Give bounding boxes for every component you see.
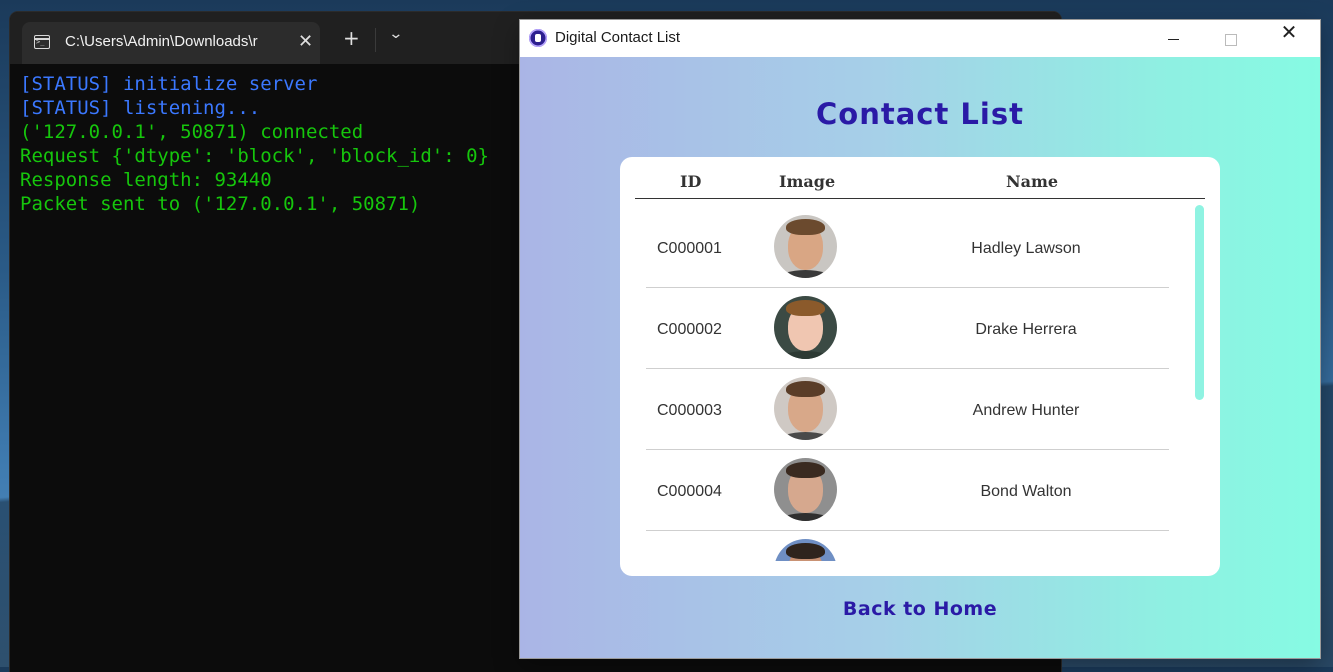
contact-book-icon [529, 29, 547, 47]
avatar [774, 296, 837, 359]
contact-id: C000004 [657, 483, 722, 500]
minimize-button[interactable] [1144, 20, 1202, 57]
window-title: Digital Contact List [555, 29, 681, 46]
avatar [774, 377, 837, 440]
contact-id: C000001 [657, 240, 722, 257]
avatar [774, 539, 837, 561]
scrollbar-thumb[interactable] [1195, 205, 1204, 400]
table-row[interactable]: C000002 Drake Herrera [646, 288, 1169, 369]
table-row[interactable]: C000001 Hadley Lawson [646, 207, 1169, 288]
close-icon[interactable]: ✕ [298, 31, 313, 52]
terminal-icon [34, 35, 50, 49]
contact-name: Bond Walton [980, 483, 1072, 500]
table-body[interactable]: C000001 Hadley Lawson C000002 Drake Herrera… [646, 207, 1169, 561]
close-icon: ✕ [1280, 20, 1298, 44]
column-header-image: Image [779, 172, 836, 191]
tab-divider [375, 28, 376, 52]
table-row[interactable]: C000004 Bond Walton [646, 450, 1169, 531]
app-window: Digital Contact List ✕ Contact List ID I… [520, 20, 1320, 658]
maximize-button[interactable] [1202, 20, 1260, 57]
title-bar[interactable]: Digital Contact List ✕ [520, 20, 1320, 57]
column-header-id: ID [680, 172, 702, 191]
terminal-tab[interactable]: C:\Users\Admin\Downloads\r ✕ [22, 22, 320, 64]
app-content: Contact List ID Image Name C000001 Hadley… [520, 57, 1320, 658]
table-header: ID Image Name [635, 157, 1205, 199]
page-title: Contact List [816, 97, 1024, 131]
close-button[interactable]: ✕ [1260, 20, 1318, 57]
contact-id: C000002 [657, 321, 722, 338]
table-row[interactable] [646, 531, 1169, 561]
chevron-down-icon[interactable]: ⌄ [388, 26, 403, 42]
contact-name: Hadley Lawson [971, 240, 1081, 257]
contact-id: C000003 [657, 402, 722, 419]
table-row[interactable]: C000003 Andrew Hunter [646, 369, 1169, 450]
column-header-name: Name [1006, 172, 1059, 191]
minimize-icon [1167, 39, 1179, 40]
contact-name: Andrew Hunter [972, 402, 1080, 419]
avatar [774, 215, 837, 278]
plus-icon[interactable]: + [343, 26, 360, 50]
maximize-icon [1225, 33, 1237, 46]
contact-table-card: ID Image Name C000001 Hadley Lawson C00000… [620, 157, 1220, 576]
avatar [774, 458, 837, 521]
back-to-home-link[interactable]: Back to Home [520, 598, 1320, 620]
contact-name: Drake Herrera [975, 321, 1077, 338]
terminal-tab-title: C:\Users\Admin\Downloads\r [65, 33, 258, 50]
